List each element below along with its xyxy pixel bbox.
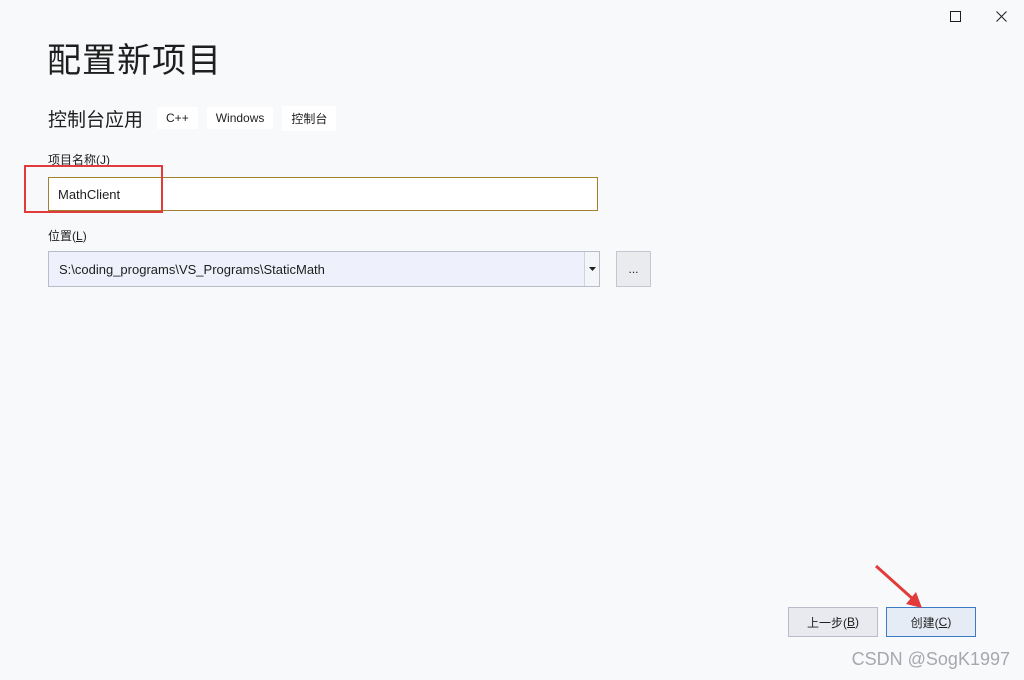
close-icon: [995, 10, 1007, 22]
project-name-input[interactable]: MathClient: [48, 177, 598, 211]
back-button[interactable]: 上一步(B): [788, 607, 878, 637]
tag-language: C++: [157, 107, 198, 129]
watermark: CSDN @SogK1997: [851, 649, 1010, 669]
location-label: 位置(L): [48, 229, 87, 243]
arrow-annotation-icon: [874, 564, 922, 608]
chevron-down-icon: [588, 267, 596, 271]
project-name-label: 项目名称(J): [48, 153, 110, 167]
close-button[interactable]: [978, 0, 1024, 32]
tag-project-type: 控制台: [282, 105, 337, 131]
project-name-value: MathClient: [58, 186, 121, 202]
location-value[interactable]: S:\coding_programs\VS_Programs\StaticMat…: [49, 252, 584, 286]
template-name: 控制台应用: [48, 109, 144, 131]
browse-button[interactable]: ...: [616, 251, 651, 287]
window-controls: [932, 0, 1024, 32]
location-dropdown-button[interactable]: [584, 252, 599, 286]
create-button[interactable]: 创建(C): [886, 607, 976, 637]
page-title: 配置新项目: [47, 42, 222, 80]
tag-platform: Windows: [206, 107, 274, 129]
maximize-icon: [949, 10, 961, 22]
template-info: 控制台应用 C++ Windows 控制台: [48, 104, 345, 132]
maximize-button[interactable]: [932, 0, 978, 32]
location-combobox[interactable]: S:\coding_programs\VS_Programs\StaticMat…: [48, 251, 600, 287]
